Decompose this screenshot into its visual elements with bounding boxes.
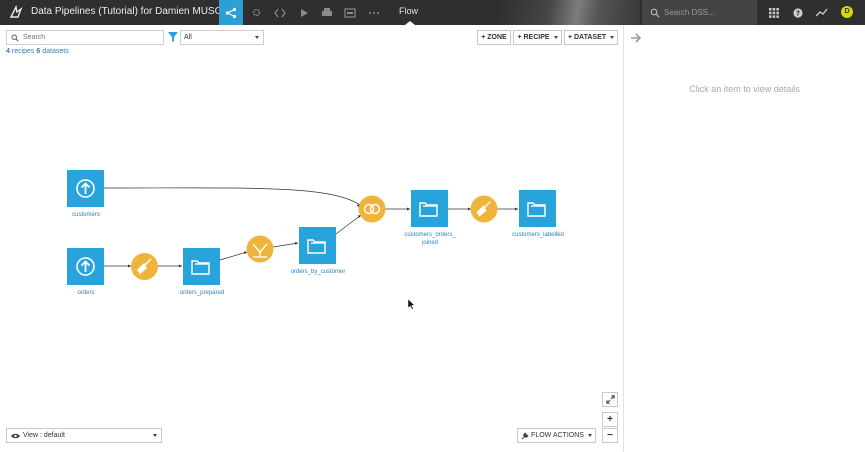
edge-customers-join bbox=[103, 187, 361, 206]
right-panel-empty-message: Click an item to view details bbox=[689, 84, 800, 94]
flow-counts: 4 recipes 6 datasets bbox=[6, 48, 69, 55]
flow-actions-label: FLOW ACTIONS bbox=[531, 432, 584, 439]
flow-search-input[interactable] bbox=[23, 34, 153, 41]
edge-orders-prepared-group bbox=[219, 251, 248, 261]
dataset-node-customers-labelled[interactable] bbox=[519, 190, 556, 227]
zoom-in-label: + bbox=[607, 414, 613, 425]
chevron-down-icon bbox=[255, 36, 259, 39]
user-avatar[interactable]: D bbox=[841, 6, 853, 18]
zoom-out-label: − bbox=[607, 430, 613, 441]
add-zone-button[interactable]: + ZONE bbox=[477, 30, 511, 45]
dataset-node-orders-by-customer[interactable] bbox=[299, 227, 336, 264]
edge-arrowhead bbox=[515, 207, 518, 211]
flow-graph bbox=[67, 170, 556, 310]
help-button[interactable]: ? bbox=[787, 0, 809, 25]
dataset-node-customers[interactable] bbox=[67, 170, 104, 207]
dataset-label-customers-labelled[interactable]: customers_labelled bbox=[497, 231, 579, 239]
view-select-value: View : default bbox=[23, 432, 65, 439]
chevron-down-icon bbox=[610, 36, 615, 39]
dataset-node-orders[interactable] bbox=[67, 248, 104, 285]
global-search-placeholder: Search DSS... bbox=[664, 8, 715, 17]
dataset-label-orders-prepared[interactable]: orders_prepared bbox=[166, 289, 238, 297]
edge-arrowhead bbox=[295, 242, 298, 245]
mouse-cursor-icon bbox=[407, 298, 416, 310]
flow-canvas[interactable]: customers orders orders_prepared orders_… bbox=[0, 0, 623, 452]
dataset-label-customers[interactable]: customers bbox=[55, 211, 117, 219]
recipes-word[interactable]: recipes bbox=[12, 48, 35, 55]
search-icon bbox=[650, 8, 660, 17]
eye-icon bbox=[11, 433, 20, 438]
dataset-label-orders-by-customer[interactable]: orders_by_customer bbox=[277, 268, 359, 276]
zoom-in-button[interactable]: + bbox=[602, 412, 618, 427]
add-dataset-button[interactable]: + DATASET bbox=[564, 30, 618, 45]
apps-menu-button[interactable] bbox=[763, 0, 785, 25]
filter-icon[interactable] bbox=[168, 32, 178, 42]
datasets-word[interactable]: datasets bbox=[42, 48, 68, 55]
grid-icon bbox=[769, 7, 779, 18]
edge-arrowhead bbox=[407, 207, 410, 211]
expand-icon bbox=[605, 395, 615, 404]
filter-select-value: All bbox=[184, 34, 192, 41]
dataset-label-customers-orders-joined-line2[interactable]: joined bbox=[389, 239, 471, 247]
recipe-node-prepare-joined[interactable] bbox=[470, 195, 498, 223]
chevron-down-icon bbox=[587, 434, 592, 437]
recipe-node-prepare-orders[interactable] bbox=[131, 253, 158, 280]
arrow-right-icon[interactable] bbox=[630, 32, 642, 44]
view-select[interactable]: View : default bbox=[6, 428, 162, 443]
add-recipe-label: + RECIPE bbox=[517, 34, 550, 41]
dataset-label-orders[interactable]: orders bbox=[55, 289, 117, 297]
help-icon: ? bbox=[793, 7, 803, 18]
chevron-down-icon bbox=[153, 434, 157, 437]
flow-actions-button[interactable]: FLOW ACTIONS bbox=[517, 428, 596, 443]
activity-chart-icon bbox=[816, 8, 828, 16]
zoom-out-button[interactable]: − bbox=[602, 428, 618, 443]
recipe-node-join[interactable] bbox=[358, 195, 386, 223]
add-dataset-label: + DATASET bbox=[567, 34, 607, 41]
add-recipe-button[interactable]: + RECIPE bbox=[513, 30, 562, 45]
datasets-count: 6 bbox=[36, 48, 41, 55]
edge-arrowhead bbox=[128, 264, 131, 268]
flow-search-box[interactable] bbox=[6, 30, 164, 45]
global-search-input[interactable]: Search DSS... bbox=[642, 0, 757, 25]
search-icon bbox=[11, 33, 19, 42]
dataset-label-customers-orders-joined-line1[interactable]: customers_orders_ bbox=[389, 231, 471, 239]
chevron-down-icon bbox=[553, 36, 558, 39]
recipes-count: 4 bbox=[6, 48, 10, 55]
edge-group-orders-by-customer bbox=[272, 242, 299, 248]
activity-button[interactable] bbox=[811, 0, 833, 25]
edge-orders-by-customer-join bbox=[335, 214, 362, 235]
dss-flow-window: Data Pipelines (Tutorial) for Damien MUS… bbox=[0, 0, 865, 452]
recipe-node-group[interactable] bbox=[246, 235, 274, 263]
fit-to-screen-button[interactable] bbox=[602, 392, 618, 407]
filter-select[interactable]: All bbox=[180, 30, 264, 45]
add-zone-label: + ZONE bbox=[481, 34, 507, 41]
wrench-icon bbox=[521, 432, 529, 440]
svg-text:?: ? bbox=[796, 9, 800, 17]
edge-arrowhead bbox=[179, 264, 182, 268]
dataset-node-orders-prepared[interactable] bbox=[183, 248, 220, 285]
dataset-node-customers-orders-joined[interactable] bbox=[411, 190, 448, 227]
